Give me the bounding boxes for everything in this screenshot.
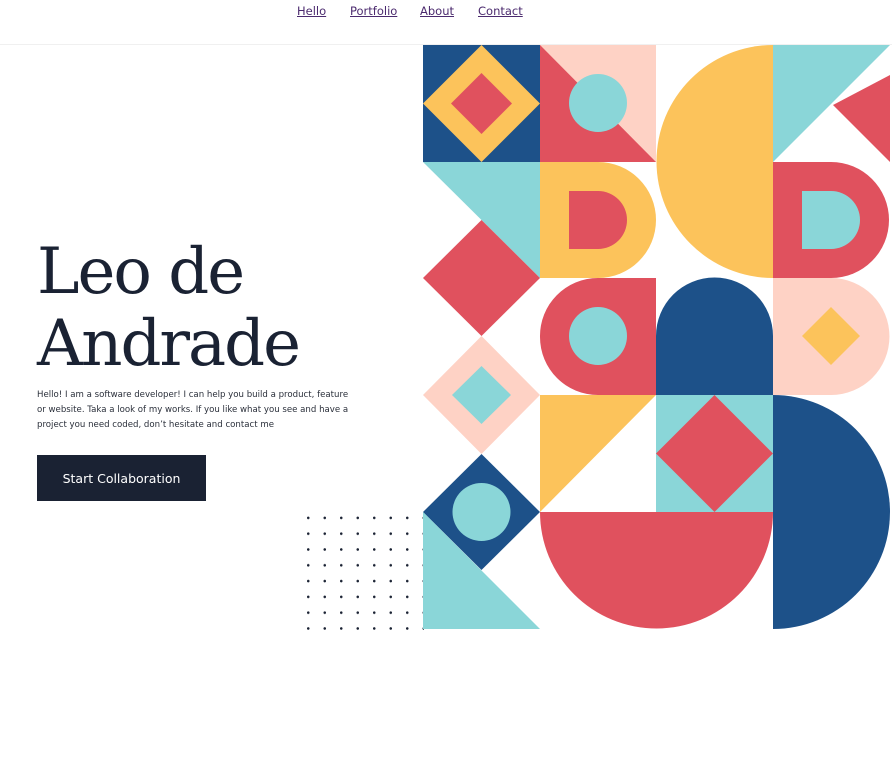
geometric-mosaic-illustration	[423, 45, 890, 629]
tile-peach-rounded-diamond	[773, 278, 890, 395]
hero-title-line-2: Andrade	[37, 307, 301, 381]
hero-title: Leo de Andrade	[37, 235, 301, 381]
nav-link-hello[interactable]: Hello	[297, 4, 326, 18]
tile-red-half-circle	[540, 512, 773, 629]
tile-navy-arch	[656, 277, 773, 395]
tile-peach-diamond	[423, 336, 540, 454]
hero-title-line-1: Leo de	[37, 235, 245, 309]
hero-description: Hello! I am a software developer! I can …	[37, 390, 349, 430]
tile-red-rounded-circle	[539, 278, 656, 395]
nav-link-about[interactable]: About	[420, 4, 454, 18]
tile-navy-quarter-circle	[773, 395, 890, 629]
tile-teal-red-triangles	[773, 45, 890, 162]
tile-yellow-drop	[540, 162, 656, 278]
tile-navy-diamond	[423, 45, 540, 162]
dot-grid-decoration	[300, 510, 424, 632]
tile-red-drop	[773, 162, 889, 278]
tile-teal-triangle	[423, 162, 540, 336]
nav-link-contact[interactable]: Contact	[478, 4, 523, 18]
tile-yellow-big-half-circle	[656, 45, 773, 278]
tile-teal-red-diamond	[656, 395, 773, 512]
top-navigation: Hello Portfolio About Contact	[0, 0, 892, 45]
start-collaboration-button[interactable]: Start Collaboration	[37, 455, 206, 501]
tile-peach-triangle-circle	[540, 45, 656, 162]
tile-yellow-triangle	[540, 395, 656, 512]
nav-link-portfolio[interactable]: Portfolio	[350, 4, 397, 18]
